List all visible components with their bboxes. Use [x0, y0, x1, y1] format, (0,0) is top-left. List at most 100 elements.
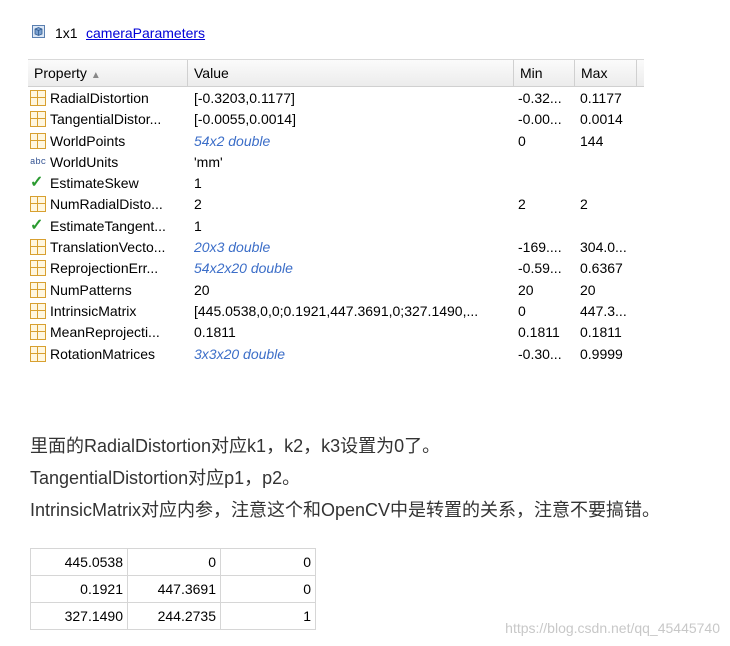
grid-icon [30, 281, 46, 298]
property-min: 0 [518, 132, 526, 149]
property-name: EstimateSkew [50, 175, 139, 192]
table-row[interactable]: NumRadialDisto... 2 2 2 [28, 194, 644, 215]
matrix-cell: 445.0538 [30, 548, 128, 576]
table-row: 0.1921 447.3691 0 [30, 575, 316, 603]
property-value: 54x2x20 double [194, 260, 293, 277]
grid-icon [30, 345, 46, 362]
column-header-min[interactable]: Min [514, 60, 575, 86]
property-max: 0.9999 [580, 345, 623, 362]
notes-text: 里面的RadialDistortion对应k1，k2，k3设置为0了。 Tang… [30, 430, 660, 526]
grid-icon [30, 324, 46, 341]
property-max: 144 [580, 132, 604, 149]
table-row: 327.1490 244.2735 1 [30, 602, 316, 630]
property-min: 20 [518, 281, 534, 298]
checkbox-icon: ✓ [30, 216, 44, 234]
table-row[interactable]: IntrinsicMatrix [445.0538,0,0;0.1921,447.… [28, 301, 644, 322]
matrix-cell: 244.2735 [127, 602, 221, 630]
table-row[interactable]: abc WorldUnits 'mm' [28, 152, 644, 173]
note-line: TangentialDistortion对应p1，p2。 [30, 468, 301, 488]
property-value: 3x3x20 double [194, 345, 286, 362]
property-name: WorldPoints [50, 132, 126, 149]
property-value: 'mm' [194, 153, 223, 170]
property-min: -0.32... [518, 90, 562, 106]
property-min: -0.30... [518, 345, 562, 362]
abc-icon: abc [30, 156, 47, 167]
property-max: 304.0... [580, 239, 627, 256]
property-name: NumPatterns [50, 281, 132, 298]
property-value: [445.0538,0,0;0.1921,447.3691,0;327.1490… [194, 302, 479, 319]
table-row[interactable]: TranslationVecto... 20x3 double -169.... 30… [28, 237, 644, 258]
grid-icon [30, 196, 46, 213]
variable-inspector: 1x1 cameraParameters Property ▲ Value Min… [28, 22, 644, 367]
table-row: 445.0538 0 0 [30, 548, 316, 576]
table-row[interactable]: WorldPoints 54x2 double 0 144 [28, 131, 644, 152]
table-row[interactable]: RadialDistortion [-0.3203,0.1177] -0.32...… [28, 88, 644, 109]
column-header-value[interactable]: Value [188, 60, 514, 86]
property-value: 1 [194, 175, 202, 192]
matrix-cell: 0 [127, 548, 221, 576]
watermark: https://blog.csdn.net/qq_45445740 [505, 620, 720, 636]
property-name: RadialDistortion [50, 90, 149, 106]
property-rows: RadialDistortion [-0.3203,0.1177] -0.32...… [28, 88, 644, 365]
class-link[interactable]: cameraParameters [86, 22, 205, 44]
table-header: Property ▲ Value Min Max [28, 59, 644, 87]
table-row[interactable]: ✓ EstimateTangent... 1 [28, 216, 644, 237]
table-row[interactable]: NumPatterns 20 20 20 [28, 280, 644, 301]
property-value: 54x2 double [194, 132, 271, 149]
property-name: RotationMatrices [50, 345, 156, 362]
property-min: 0.1811 [518, 324, 560, 341]
property-max: 447.3... [580, 302, 627, 319]
variable-header: 1x1 cameraParameters [28, 22, 644, 44]
column-header-property[interactable]: Property ▲ [28, 60, 188, 86]
grid-icon [30, 239, 46, 256]
table-row[interactable]: TangentialDistor... [-0.0055,0.0014] -0.00… [28, 109, 644, 130]
matrix-cell: 327.1490 [30, 602, 128, 630]
property-value: 2 [194, 196, 202, 213]
grid-icon [30, 302, 46, 319]
grid-icon [30, 132, 46, 149]
note-line: IntrinsicMatrix对应内参，注意这个和OpenCV中是转置的关系，注… [30, 500, 661, 520]
property-name: WorldUnits [50, 153, 119, 170]
note-line: 里面的RadialDistortion对应k1，k2，k3设置为0了。 [30, 436, 441, 456]
property-name: NumRadialDisto... [50, 196, 163, 213]
table-row[interactable]: ReprojectionErr... 54x2x20 double -0.59...… [28, 258, 644, 279]
matrix-cell: 1 [220, 602, 316, 630]
grid-icon [30, 260, 46, 277]
property-min: -0.59... [518, 260, 562, 277]
property-value: 0.1811 [194, 324, 236, 341]
property-name: MeanReprojecti... [50, 324, 160, 341]
property-value: 1 [194, 217, 202, 234]
sort-ascending-icon: ▲ [90, 70, 101, 81]
matrix-cell: 0 [220, 575, 316, 603]
grid-icon [30, 90, 46, 106]
property-min: -169.... [518, 239, 562, 256]
property-min: 2 [518, 196, 526, 213]
property-name: EstimateTangent... [50, 217, 166, 234]
matrix-cell: 447.3691 [127, 575, 221, 603]
property-name: TranslationVecto... [50, 239, 166, 256]
checkbox-icon: ✓ [30, 174, 44, 192]
property-max: 0.1177 [580, 90, 622, 106]
property-max: 0.1811 [580, 324, 622, 341]
property-name: IntrinsicMatrix [50, 302, 137, 319]
property-min: -0.00... [518, 111, 562, 128]
property-name: ReprojectionErr... [50, 260, 159, 277]
property-max: 2 [580, 196, 588, 213]
property-value: 20 [194, 281, 210, 298]
property-max: 0.6367 [580, 260, 623, 277]
property-min: 0 [518, 302, 526, 319]
matrix-cell: 0 [220, 548, 316, 576]
property-max: 20 [580, 281, 596, 298]
property-value: [-0.0055,0.0014] [194, 111, 296, 128]
matrix-cell: 0.1921 [30, 575, 128, 603]
property-name: TangentialDistor... [50, 111, 162, 128]
table-row[interactable]: ✓ EstimateSkew 1 [28, 173, 644, 194]
property-max: 0.0014 [580, 111, 623, 128]
column-header-max[interactable]: Max [575, 60, 637, 86]
property-value: [-0.3203,0.1177] [194, 90, 295, 106]
grid-icon [30, 111, 46, 128]
table-row[interactable]: MeanReprojecti... 0.1811 0.1811 0.1811 [28, 322, 644, 343]
object-icon [32, 25, 45, 38]
table-row[interactable]: RotationMatrices 3x3x20 double -0.30... 0.9… [28, 344, 644, 365]
variable-size: 1x1 [55, 25, 78, 41]
